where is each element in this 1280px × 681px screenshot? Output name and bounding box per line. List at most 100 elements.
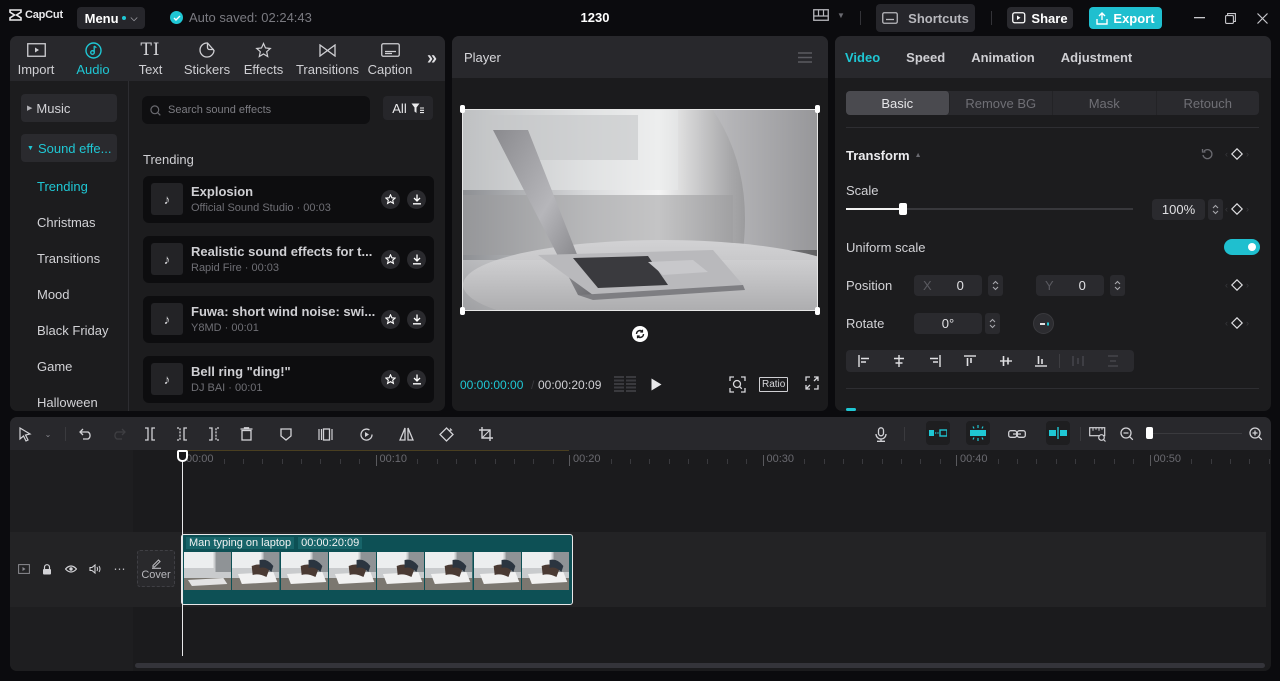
position-y-input[interactable]: Y 0 (1036, 275, 1104, 296)
resize-handle[interactable] (815, 105, 820, 113)
sound-effect-item[interactable]: ♪ Bell ring "ding!" DJ BAI · 00:01 (143, 356, 434, 403)
rotate-dial[interactable] (1033, 313, 1054, 334)
favorite-button[interactable] (381, 250, 400, 269)
scale-input[interactable]: 100% (1152, 199, 1205, 220)
split-right-button[interactable] (205, 425, 223, 443)
subcategory-christmas[interactable]: Christmas (37, 215, 96, 230)
sound-effect-item[interactable]: ♪ Explosion Official Sound Studio · 00:0… (143, 176, 434, 223)
align-left-button[interactable] (846, 350, 882, 372)
delete-button[interactable] (237, 425, 255, 443)
select-tool-dropdown[interactable]: ⌄ (39, 425, 57, 443)
menu-button[interactable]: Menu ⌵ (77, 7, 145, 29)
split-left-button[interactable] (173, 425, 191, 443)
linkage-toggle[interactable] (1008, 425, 1026, 443)
subtab-basic[interactable]: Basic (846, 91, 950, 115)
subcategory-transitions[interactable]: Transitions (37, 251, 100, 266)
keyframe-button[interactable]: ‹ › (1225, 279, 1249, 291)
close-button[interactable] (1253, 9, 1271, 27)
subcategory-game[interactable]: Game (37, 359, 72, 374)
zoom-in-button[interactable] (1247, 425, 1265, 443)
keyframe-button[interactable]: ‹ › (1225, 148, 1249, 160)
video-preview[interactable] (462, 109, 818, 311)
maximize-button[interactable] (1221, 9, 1239, 27)
more-options-button[interactable]: ⋯ (112, 562, 126, 576)
zoom-preview-button[interactable] (729, 376, 746, 393)
search-box[interactable] (142, 96, 370, 124)
search-input[interactable] (168, 104, 358, 116)
play-button[interactable] (651, 378, 662, 391)
uniform-scale-toggle[interactable] (1224, 239, 1260, 255)
align-center-v-button[interactable] (988, 350, 1024, 372)
timeline-zoom-slider[interactable] (1152, 433, 1242, 434)
align-bottom-button[interactable] (1024, 350, 1060, 372)
align-center-h-button[interactable] (882, 350, 918, 372)
transform-section-toggle[interactable]: Transform ▲ (846, 148, 922, 163)
crop-button[interactable] (477, 425, 495, 443)
export-button[interactable]: Export (1089, 7, 1162, 29)
ratio-button[interactable]: Ratio (759, 377, 789, 392)
favorite-button[interactable] (381, 310, 400, 329)
layout-button[interactable]: ▼ (813, 9, 845, 21)
timeline-ruler[interactable]: 00:00 00:10 00:20 00:30 00:40 00:50 (10, 450, 1271, 470)
playhead-handle[interactable] (177, 450, 188, 462)
split-button[interactable] (141, 425, 159, 443)
scale-slider[interactable] (846, 203, 1133, 215)
download-button[interactable] (407, 370, 426, 389)
more-tabs-icon[interactable]: » (427, 48, 437, 69)
subcategory-mood[interactable]: Mood (37, 287, 70, 302)
horizontal-scrollbar[interactable] (135, 663, 1265, 668)
rotate-input[interactable]: 0° (914, 313, 982, 334)
tab-import[interactable]: Import (10, 36, 62, 81)
position-x-input[interactable]: X 0 (914, 275, 982, 296)
category-music[interactable]: ▶ Music (21, 94, 117, 122)
filter-button[interactable]: All (383, 96, 433, 120)
tab-animation[interactable]: Animation (971, 50, 1035, 65)
subcategory-black-friday[interactable]: Black Friday (37, 323, 109, 338)
subcategory-halloween[interactable]: Halloween (37, 395, 98, 410)
auto-snapping-toggle[interactable] (966, 421, 990, 445)
download-button[interactable] (407, 190, 426, 209)
tab-stickers[interactable]: Stickers (177, 36, 237, 81)
subtab-remove-bg[interactable]: Remove BG (950, 91, 1053, 115)
record-voiceover-button[interactable] (872, 425, 890, 443)
download-button[interactable] (407, 250, 426, 269)
share-button[interactable]: Share (1007, 7, 1073, 29)
align-right-button[interactable] (917, 350, 953, 372)
category-sound-effects[interactable]: ▼ Sound effe... (21, 134, 117, 162)
tab-speed[interactable]: Speed (906, 50, 945, 65)
mirror-button[interactable] (397, 425, 415, 443)
resize-handle[interactable] (460, 105, 465, 113)
lock-track-button[interactable] (40, 562, 54, 576)
resize-handle[interactable] (460, 307, 465, 315)
freeze-frame-button[interactable] (317, 425, 335, 443)
rotate-handle[interactable] (632, 326, 648, 342)
marker-button[interactable] (277, 425, 295, 443)
redo-button[interactable] (110, 425, 128, 443)
subtab-mask[interactable]: Mask (1053, 91, 1157, 115)
hide-track-button[interactable] (64, 562, 78, 576)
position-x-stepper[interactable] (988, 275, 1003, 296)
tab-caption[interactable]: Caption (365, 36, 415, 81)
rotate-stepper[interactable] (985, 313, 1000, 334)
tab-effects[interactable]: Effects (237, 36, 290, 81)
favorite-button[interactable] (381, 370, 400, 389)
tab-text[interactable]: TI Text (124, 36, 177, 81)
cover-button[interactable]: Cover (137, 550, 175, 587)
zoom-to-fit-button[interactable] (1089, 425, 1107, 443)
main-track-magnet-toggle[interactable] (926, 421, 950, 445)
player-menu-button[interactable] (798, 51, 812, 66)
undo-button[interactable] (77, 425, 95, 443)
video-clip[interactable]: Man typing on laptop 00:00:20:09 (181, 534, 573, 605)
scale-slider-handle[interactable] (899, 203, 908, 215)
keyframe-button[interactable]: ‹ › (1225, 203, 1249, 215)
download-button[interactable] (407, 310, 426, 329)
tab-adjustment[interactable]: Adjustment (1061, 50, 1133, 65)
tab-video[interactable]: Video (845, 50, 880, 65)
zoom-out-button[interactable] (1118, 425, 1136, 443)
keyframe-button[interactable]: ‹ › (1225, 317, 1249, 329)
tab-audio[interactable]: Audio (62, 36, 124, 81)
sound-effect-item[interactable]: ♪ Realistic sound effects for t... Rapid… (143, 236, 434, 283)
rotate-clip-button[interactable] (437, 425, 455, 443)
scale-stepper[interactable] (1208, 199, 1223, 220)
subtab-retouch[interactable]: Retouch (1157, 91, 1260, 115)
